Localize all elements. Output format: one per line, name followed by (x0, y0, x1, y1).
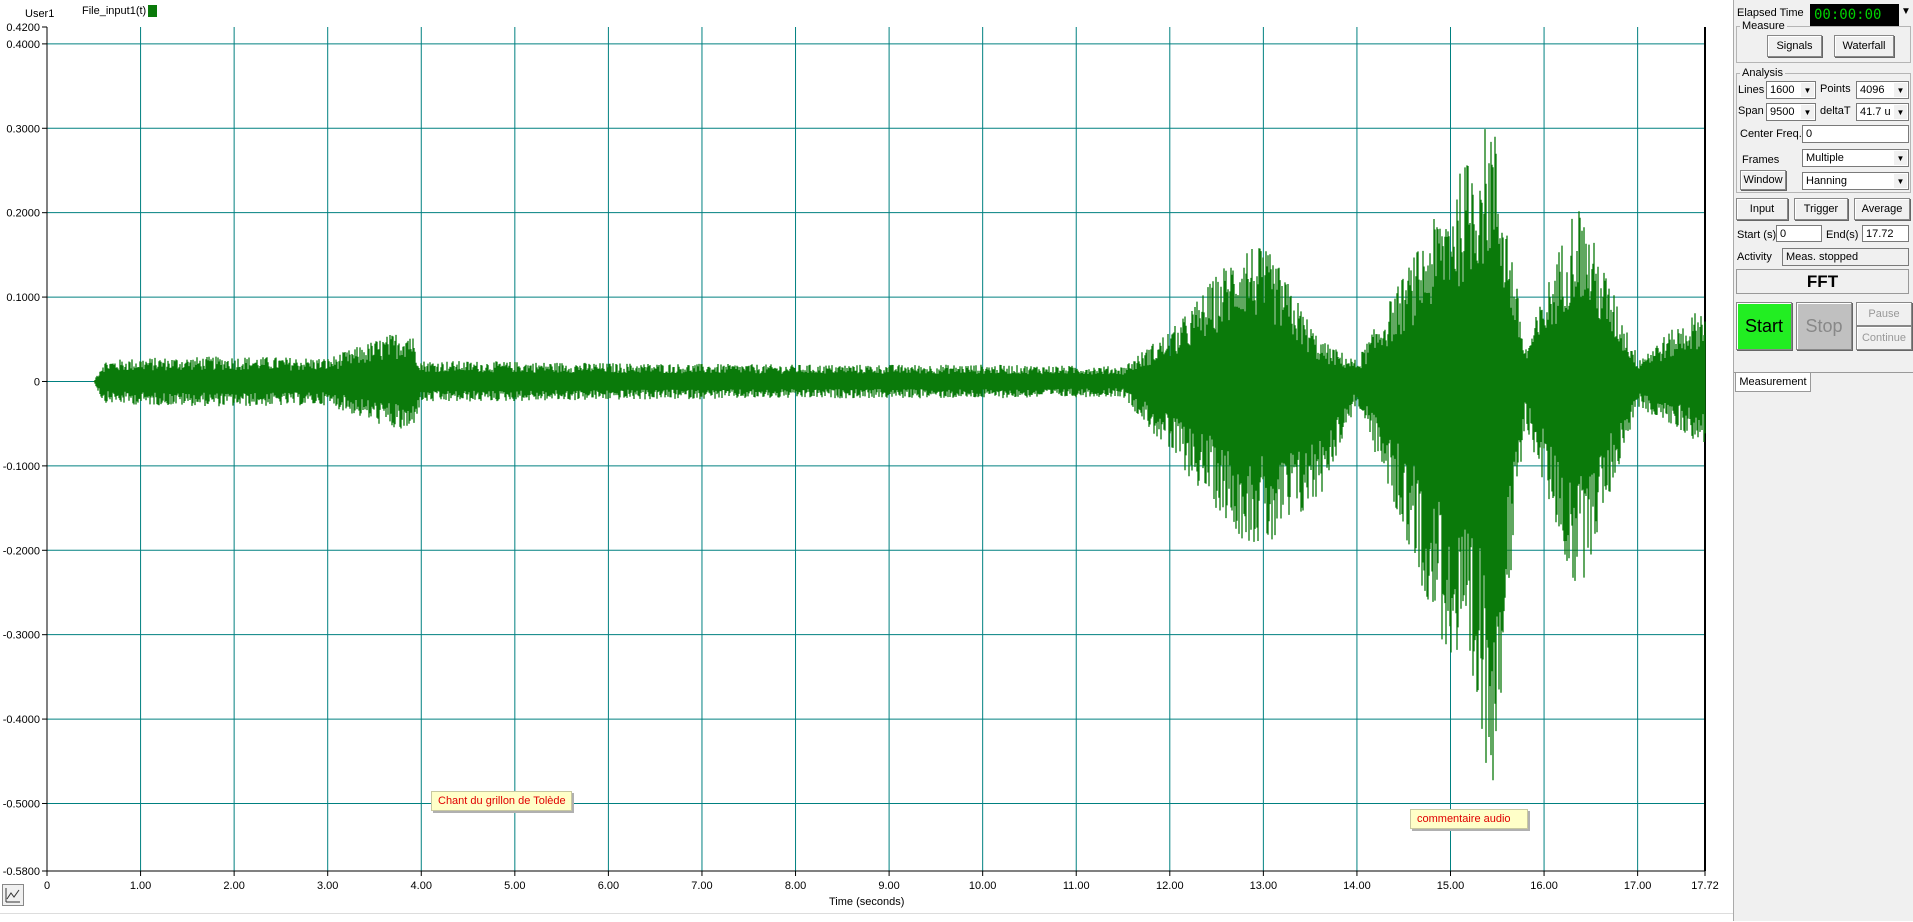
x-tick-label: 6.00 (598, 880, 619, 892)
waterfall-button[interactable]: Waterfall (1834, 35, 1894, 57)
tab-measurement[interactable]: Measurement (1735, 373, 1811, 392)
activity-label: Activity (1737, 251, 1772, 263)
x-tick-label: 17.00 (1624, 880, 1652, 892)
frames-label: Frames (1742, 154, 1780, 166)
y-tick-label: -0.4000 (3, 714, 40, 726)
chevron-down-icon: ▼ (1801, 83, 1814, 97)
x-tick-label: 11.00 (1063, 880, 1090, 892)
annotation-audio-comment[interactable]: commentaire audio (1410, 809, 1528, 829)
y-tick-label: 0.2000 (6, 208, 40, 220)
start-time-input[interactable]: 0 (1776, 225, 1822, 242)
elapsed-time-label: Elapsed Time (1737, 7, 1804, 19)
signals-button[interactable]: Signals (1767, 35, 1822, 57)
pause-button[interactable]: Pause (1856, 302, 1912, 326)
waveform-chart: 0 1.00 2.00 3.00 4.00 5.00 6.00 7.00 8.00 9.00 10.… (3, 22, 1719, 892)
chart-settings-button[interactable] (2, 884, 24, 906)
elapsed-dropdown-icon[interactable]: ▼ (1901, 6, 1911, 17)
x-tick-label: 5.00 (504, 880, 525, 892)
x-tick-label: 3.00 (317, 880, 338, 892)
average-button[interactable]: Average (1854, 198, 1910, 220)
end-time-label: End(s) (1826, 229, 1859, 241)
user-label: User1 (25, 8, 55, 20)
y-tick-label: 0 (34, 376, 40, 388)
x-tick-label: 12.00 (1156, 880, 1184, 892)
x-tick-label: 2.00 (223, 880, 244, 892)
trace-color-swatch (148, 5, 158, 17)
x-tick-label: 9.00 (878, 880, 899, 892)
frames-value: Multiple (1806, 152, 1844, 164)
x-tick-label: 10.00 (969, 880, 997, 892)
stop-button[interactable]: Stop (1796, 302, 1852, 350)
chevron-down-icon: ▼ (1894, 105, 1907, 119)
continue-button[interactable]: Continue (1856, 326, 1912, 350)
trigger-button[interactable]: Trigger (1794, 198, 1848, 220)
center-freq-label: Center Freq. (1740, 128, 1802, 140)
span-label: Span (1738, 105, 1764, 117)
elapsed-time-display: 00:00:00 (1810, 4, 1899, 26)
mode-title: FFT (1736, 269, 1909, 294)
deltat-label: deltaT (1820, 105, 1851, 117)
y-tick-label: -0.2000 (3, 545, 40, 557)
span-value: 9500 (1770, 106, 1795, 118)
y-tick-label: 0.1000 (6, 292, 40, 304)
deltat-select[interactable]: 41.7 u ▼ (1856, 103, 1909, 121)
x-tick-label: 13.00 (1250, 880, 1278, 892)
start-time-label: Start (s) (1737, 229, 1777, 241)
input-button[interactable]: Input (1736, 198, 1788, 220)
frames-select[interactable]: Multiple ▼ (1802, 149, 1909, 167)
analysis-group-title: Analysis (1740, 67, 1785, 79)
activity-status: Meas. stopped (1782, 248, 1909, 266)
chevron-down-icon: ▼ (1801, 105, 1814, 119)
lines-value: 1600 (1770, 84, 1795, 96)
y-tick-label: -0.1000 (3, 461, 40, 473)
y-tick-label: 0.4200 (6, 22, 40, 34)
x-tick-label: 4.00 (411, 880, 432, 892)
chart-icon (5, 888, 20, 903)
x-tick-label: 17.72 (1691, 880, 1719, 892)
x-axis-title: Time (seconds) (829, 896, 905, 908)
trace-name: File_input1(t) (82, 5, 147, 17)
window-value: Hanning (1806, 175, 1847, 187)
span-select[interactable]: 9500 ▼ (1766, 103, 1816, 121)
waveform-plot-area[interactable]: 0 1.00 2.00 3.00 4.00 5.00 6.00 7.00 8.00 9.00 10.… (0, 0, 1733, 922)
points-select[interactable]: 4096 ▼ (1856, 81, 1909, 99)
trace-legend[interactable]: File_input1(t) (82, 5, 158, 17)
chevron-down-icon: ▼ (1894, 151, 1907, 165)
y-tick-label: -0.5000 (3, 798, 40, 810)
lines-select[interactable]: 1600 ▼ (1766, 81, 1816, 99)
lines-label: Lines (1738, 84, 1765, 96)
control-panel: Elapsed Time 00:00:00 ▼ Measure Signals … (1733, 0, 1913, 921)
y-tick-label: 0.3000 (6, 123, 40, 135)
center-freq-input[interactable]: 0 (1802, 125, 1909, 143)
waveform-trace (93, 129, 1706, 781)
measure-group-title: Measure (1740, 20, 1787, 32)
x-tick-label: 8.00 (785, 880, 806, 892)
end-time-input[interactable]: 17.72 (1862, 225, 1909, 242)
start-button[interactable]: Start (1736, 302, 1792, 350)
y-tick-label: -0.5800 (3, 866, 40, 878)
points-label: Points (1820, 83, 1851, 95)
x-tick-label: 7.00 (691, 880, 712, 892)
window-button[interactable]: Window (1740, 170, 1786, 190)
chevron-down-icon: ▼ (1894, 174, 1907, 188)
deltat-value: 41.7 u (1860, 106, 1891, 118)
x-tick-label: 15.00 (1437, 880, 1465, 892)
annotation-cricket-song[interactable]: Chant du grillon de Tolède (431, 791, 572, 811)
x-tick-label: 0 (44, 880, 50, 892)
y-tick-label: -0.3000 (3, 630, 40, 642)
points-value: 4096 (1860, 84, 1885, 96)
chevron-down-icon: ▼ (1894, 83, 1907, 97)
window-select[interactable]: Hanning ▼ (1802, 172, 1909, 190)
x-tick-label: 14.00 (1343, 880, 1371, 892)
y-tick-label: 0.4000 (6, 39, 40, 51)
x-tick-label: 1.00 (130, 880, 151, 892)
x-tick-label: 16.00 (1530, 880, 1558, 892)
